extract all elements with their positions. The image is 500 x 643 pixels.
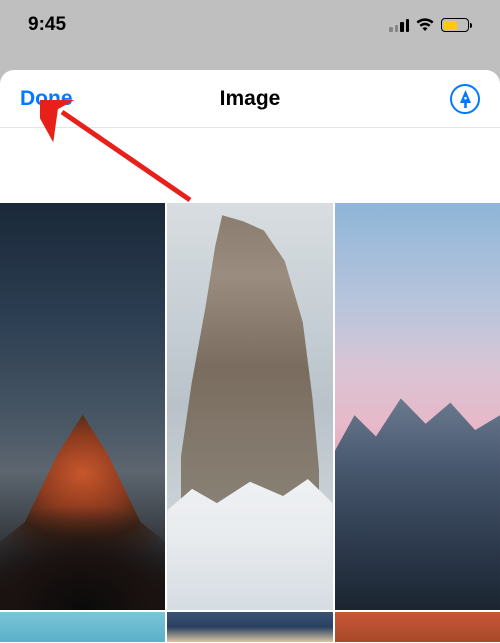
markup-button[interactable] (450, 84, 480, 114)
cellular-signal-icon (389, 18, 409, 32)
page-title: Image (220, 87, 281, 111)
status-icons (389, 18, 472, 32)
status-time: 9:45 (28, 14, 66, 36)
status-bar: 9:45 (0, 0, 500, 50)
image-thumbnail[interactable] (167, 203, 332, 610)
image-thumbnail[interactable] (0, 203, 165, 610)
image-thumbnail[interactable] (335, 612, 500, 642)
done-button[interactable]: Done (20, 87, 73, 111)
content-gap (0, 128, 500, 203)
battery-icon (441, 18, 472, 32)
image-thumbnail[interactable] (167, 612, 332, 642)
wifi-icon (415, 18, 435, 32)
nav-bar: Done Image (0, 70, 500, 128)
image-editor-sheet: Done Image (0, 70, 500, 643)
image-grid (0, 203, 500, 642)
image-thumbnail[interactable] (335, 203, 500, 610)
image-thumbnail[interactable] (0, 612, 165, 642)
pen-tip-icon (458, 90, 473, 108)
